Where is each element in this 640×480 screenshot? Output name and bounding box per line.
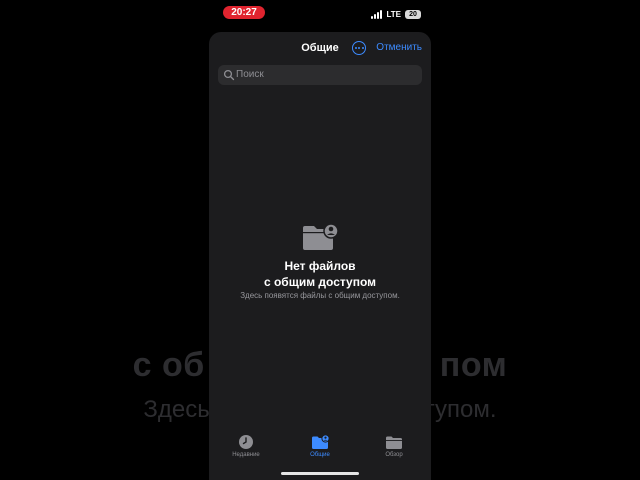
cancel-button[interactable]: Отменить <box>376 42 422 53</box>
search-icon <box>223 69 235 81</box>
folder-icon <box>386 436 402 449</box>
tab-shared[interactable]: Общие <box>285 434 355 468</box>
clock-icon <box>239 435 253 449</box>
search-input[interactable]: Поиск <box>218 65 422 85</box>
empty-state: Нет файлов с общим доступом Здесь появят… <box>209 222 431 300</box>
tab-browse-label: Обзор <box>385 452 403 458</box>
search-placeholder: Поиск <box>236 69 264 80</box>
tab-recents-label: Недавние <box>232 452 260 458</box>
empty-title-line1: Нет файлов <box>284 259 356 273</box>
status-bar: 20:27 LTE 20 <box>209 0 431 30</box>
tab-browse[interactable]: Обзор <box>359 434 429 468</box>
status-time: 20:27 <box>223 6 265 19</box>
battery-icon: 20 <box>405 9 421 19</box>
files-sheet: Общие Отменить Поиск Нет файлов с общим … <box>209 32 431 480</box>
more-dot <box>354 47 357 49</box>
more-dot <box>361 47 364 49</box>
status-indicators: LTE 20 <box>371 8 421 20</box>
empty-title-line2: с общим доступом <box>263 275 377 289</box>
more-options-button[interactable] <box>352 41 366 55</box>
more-dot <box>358 47 360 49</box>
empty-subtitle: Здесь появятся файлы с общим доступом. <box>240 291 400 300</box>
background-echo-title-left: с об <box>132 346 205 384</box>
tab-shared-label: Общие <box>310 452 330 458</box>
tab-recents[interactable]: Недавние <box>211 434 281 468</box>
cellular-signal-icon <box>371 9 383 19</box>
shared-folder-icon <box>303 223 339 250</box>
network-type: LTE <box>386 9 401 19</box>
tab-bar: Недавние Общие Обзор <box>209 434 431 468</box>
home-indicator[interactable] <box>281 472 359 475</box>
shared-folder-icon <box>312 434 329 449</box>
background-echo-title-right: пом <box>439 346 508 384</box>
